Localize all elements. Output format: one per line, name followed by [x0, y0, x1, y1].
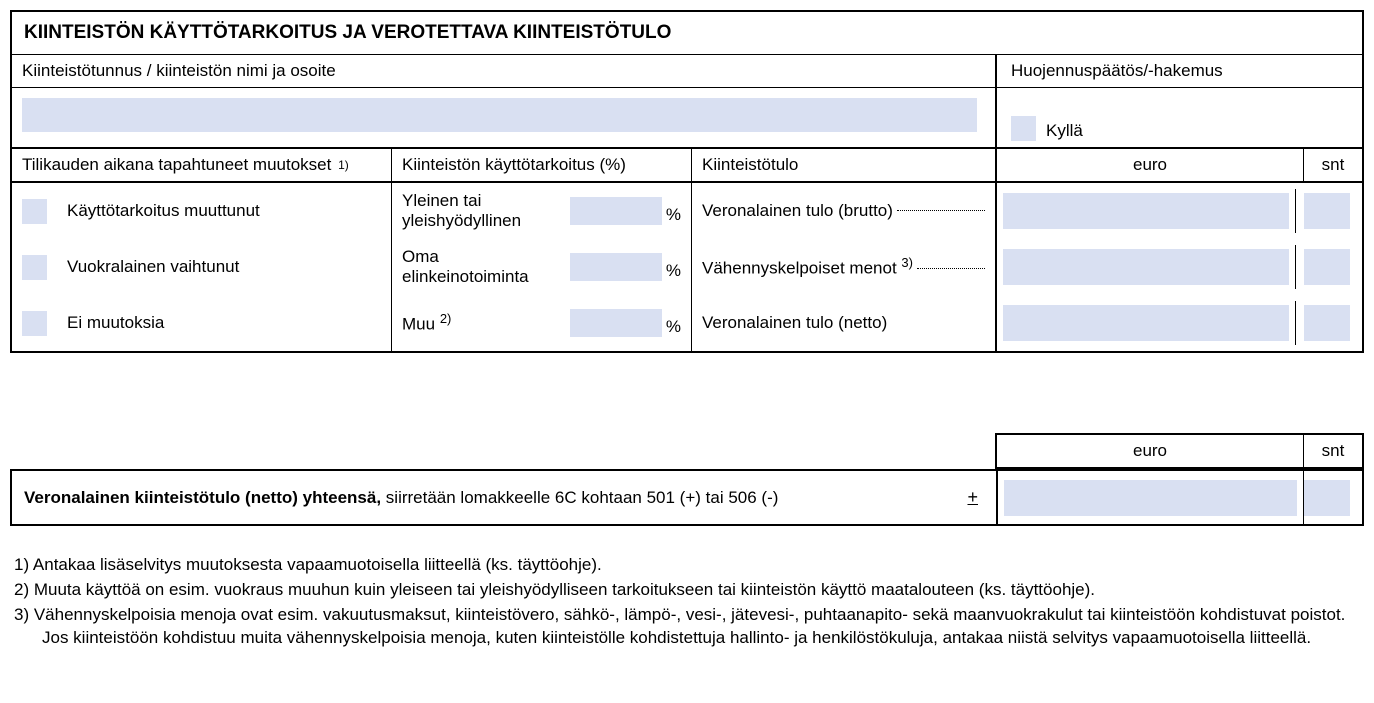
- change-none-checkbox[interactable]: [22, 311, 47, 336]
- income-net-snt-input[interactable]: [1304, 305, 1350, 341]
- usage-other-label: Muu 2): [402, 311, 451, 335]
- usage-header: Kiinteistön käyttötarkoitus (%): [392, 149, 691, 183]
- totals-euro-input[interactable]: [1004, 480, 1297, 516]
- income-header: Kiinteistötulo: [692, 149, 995, 183]
- change-tenant-checkbox[interactable]: [22, 255, 47, 280]
- income-deductible-label: Vähennyskelpoiset menot 3): [702, 255, 913, 279]
- snt-header: snt: [1304, 149, 1362, 181]
- income-deductible-euro-input[interactable]: [1003, 249, 1289, 285]
- income-deductible-snt-input[interactable]: [1304, 249, 1350, 285]
- change-purpose-checkbox[interactable]: [22, 199, 47, 224]
- footnote-2: 2) Muuta käyttöä on esim. vuokraus muuhu…: [14, 579, 1364, 602]
- changes-header: Tilikauden aikana tapahtuneet muutokset …: [12, 149, 391, 183]
- income-gross-euro-input[interactable]: [1003, 193, 1289, 229]
- totals-snt-header: snt: [1304, 435, 1362, 467]
- change-tenant-label: Vuokralainen vaihtunut: [67, 257, 239, 277]
- income-gross-label: Veronalainen tulo (brutto): [702, 201, 893, 221]
- footnote-1: 1) Antakaa lisäselvitys muutoksesta vapa…: [14, 554, 1364, 577]
- usage-own-input[interactable]: [570, 253, 662, 281]
- usage-general-input[interactable]: [570, 197, 662, 225]
- change-purpose-label: Käyttötarkoitus muuttunut: [67, 201, 260, 221]
- relief-label: Huojennuspäätös/-hakemus: [997, 55, 1362, 87]
- property-id-input[interactable]: [22, 98, 977, 132]
- main-section: KIINTEISTÖN KÄYTTÖTARKOITUS JA VEROTETTA…: [10, 10, 1364, 353]
- income-net-label: Veronalainen tulo (netto): [702, 313, 887, 333]
- usage-general-label: Yleinen tai yleishyödyllinen: [402, 191, 552, 231]
- relief-yes-label: Kyllä: [1046, 121, 1083, 141]
- plus-minus-icon: +: [967, 487, 984, 508]
- property-id-label: Kiinteistötunnus / kiinteistön nimi ja o…: [12, 55, 997, 87]
- relief-yes-checkbox[interactable]: [1011, 116, 1036, 141]
- totals-snt-input[interactable]: [1304, 480, 1350, 516]
- income-net-euro-input[interactable]: [1003, 305, 1289, 341]
- totals-label: Veronalainen kiinteistötulo (netto) yhte…: [12, 471, 998, 524]
- usage-own-label: Oma elinkeinotoiminta: [402, 247, 552, 287]
- footnotes: 1) Antakaa lisäselvitys muutoksesta vapa…: [10, 554, 1364, 650]
- totals-section: euro snt Veronalainen kiinteistötulo (ne…: [10, 433, 1364, 526]
- usage-other-input[interactable]: [570, 309, 662, 337]
- section-title: KIINTEISTÖN KÄYTTÖTARKOITUS JA VEROTETTA…: [12, 12, 1362, 55]
- change-none-label: Ei muutoksia: [67, 313, 164, 333]
- income-gross-snt-input[interactable]: [1304, 193, 1350, 229]
- footnote-3: 3) Vähennyskelpoisia menoja ovat esim. v…: [14, 604, 1364, 650]
- euro-header: euro: [997, 149, 1304, 181]
- totals-euro-header: euro: [997, 435, 1304, 467]
